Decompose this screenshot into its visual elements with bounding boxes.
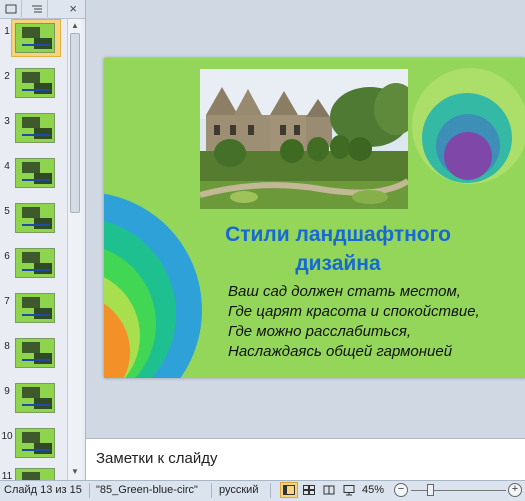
slide-sorter-icon	[303, 485, 315, 495]
slide-thumbnail-image	[15, 203, 55, 233]
normal-view-button[interactable]	[280, 482, 298, 498]
slide-number: 7	[4, 296, 10, 307]
slide-editor: Стили ландшафтного дизайна Ваш сад долже…	[86, 0, 525, 438]
theme-name[interactable]: "85_Green-blue-circ"	[96, 484, 198, 496]
slide-thumbnail[interactable]: 2	[0, 68, 68, 112]
slide-title-line: Стили ландшафтного	[225, 223, 451, 246]
close-icon[interactable]: ×	[69, 1, 77, 16]
status-divider	[270, 483, 271, 498]
slide-thumbnail[interactable]: 9	[0, 383, 68, 427]
language-indicator[interactable]: русский	[219, 484, 258, 496]
scrollbar-thumb[interactable]	[70, 33, 80, 213]
slide-indicator: Слайд 13 из 15	[4, 484, 82, 496]
slide-number: 5	[4, 206, 10, 217]
thumbnails-scrollbar[interactable]: ▲ ▼	[67, 19, 82, 480]
slide-title[interactable]: Стили ландшафтного дизайна	[184, 220, 492, 278]
slide-number: 3	[4, 116, 10, 127]
slide-number: 6	[4, 251, 10, 262]
slide-body-line: Где можно расслабиться,	[228, 323, 411, 340]
status-divider	[211, 483, 212, 498]
scroll-up-icon[interactable]: ▲	[69, 20, 81, 32]
slide-thumbnail[interactable]: 5	[0, 203, 68, 247]
slide-thumbnail[interactable]: 10	[0, 428, 68, 472]
garden-photo-icon	[200, 69, 408, 209]
slide-thumbnail-image	[15, 248, 55, 278]
notes-pane[interactable]: Заметки к слайду	[86, 438, 525, 481]
slideshow-button[interactable]	[340, 482, 358, 498]
reading-view-button[interactable]	[320, 482, 338, 498]
garden-house-photo	[200, 69, 408, 209]
decorative-circles-right	[412, 68, 525, 184]
slide-number: 9	[4, 386, 10, 397]
slide-number: 10	[1, 431, 13, 442]
slide-thumbnail[interactable]: 7	[0, 293, 68, 337]
reading-view-icon	[323, 485, 335, 495]
slide-thumbnail-image	[15, 428, 55, 458]
slides-icon	[5, 4, 16, 13]
slide-sorter-button[interactable]	[300, 482, 318, 498]
slide-number: 4	[4, 161, 10, 172]
slide-body-line: Ваш сад должен стать местом,	[228, 283, 461, 300]
slide-number: 2	[4, 71, 10, 82]
normal-view-icon	[283, 485, 295, 495]
slide-thumbnail-image	[15, 293, 55, 323]
zoom-level[interactable]: 45%	[362, 484, 384, 496]
tab-slides[interactable]	[0, 0, 22, 17]
slide-thumbnail-image	[15, 23, 55, 53]
slides-pane: × 1 2 3 4 5 6 7 8 9 10 11 ▲ ▼	[0, 0, 86, 480]
zoom-slider[interactable]	[411, 490, 506, 491]
slide-number: 11	[1, 471, 13, 480]
slide-thumbnail-image	[15, 68, 55, 98]
zoom-in-button[interactable]: +	[508, 483, 522, 497]
slide-thumbnail[interactable]: 8	[0, 338, 68, 382]
slide-thumbnail[interactable]: 6	[0, 248, 68, 292]
tab-outline[interactable]	[26, 0, 48, 17]
slide-thumbnail[interactable]: 4	[0, 158, 68, 202]
slide-thumbnail-image	[15, 468, 55, 480]
slide-thumbnail-image	[15, 383, 55, 413]
slide-body-line: Где царят красота и спокойствие,	[228, 303, 480, 320]
slide-body-text[interactable]: Ваш сад должен стать местом, Где царят к…	[228, 282, 525, 362]
slide-canvas[interactable]: Стили ландшафтного дизайна Ваш сад долже…	[104, 58, 525, 378]
slide-title-line: дизайна	[295, 252, 381, 275]
slide-thumbnail[interactable]: 11	[0, 468, 68, 480]
slide-thumbnail[interactable]: 1	[0, 19, 68, 67]
slide-body-line: Наслаждаясь общей гармонией	[228, 343, 453, 360]
slide-thumbnail-image	[15, 113, 55, 143]
slide-thumbnail[interactable]: 3	[0, 113, 68, 157]
slide-number: 1	[4, 26, 10, 37]
slide-thumbnail-image	[15, 338, 55, 368]
scroll-down-icon[interactable]: ▼	[69, 466, 81, 478]
slide-thumbnails: 1 2 3 4 5 6 7 8 9 10 11	[0, 19, 68, 480]
zoom-out-button[interactable]: −	[394, 483, 408, 497]
zoom-slider-thumb[interactable]	[427, 484, 434, 496]
notes-placeholder[interactable]: Заметки к слайду	[96, 450, 218, 467]
slide-number: 8	[4, 341, 10, 352]
slide-thumbnail-image	[15, 158, 55, 188]
status-bar: Слайд 13 из 15 "85_Green-blue-circ" русс…	[0, 480, 525, 501]
outline-icon	[31, 5, 42, 12]
status-divider	[89, 483, 90, 498]
pane-tabs: ×	[0, 0, 85, 19]
slideshow-icon	[343, 484, 355, 495]
